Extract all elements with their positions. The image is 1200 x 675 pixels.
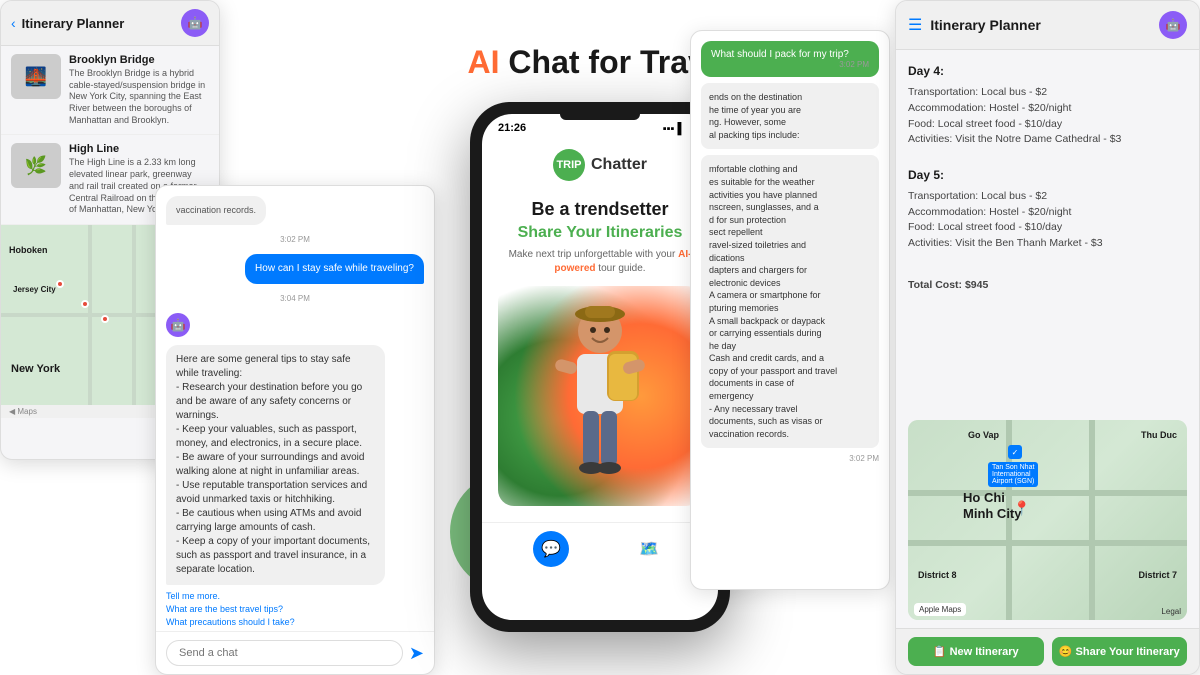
right-header-time: 3:02 PM [711,60,869,69]
left-panel-title: Itinerary Planner [22,16,125,31]
ho-chi-minh-map: Go Vap Ho ChiMinh City Thu Duc District … [908,420,1187,620]
district8-label: District 8 [918,570,957,580]
right-chat-header-msg: What should I pack for my trip? 3:02 PM [701,41,879,77]
back-icon[interactable]: ‹ [11,15,16,31]
airport-marker: ✓ [1008,445,1022,459]
right-back-icon[interactable]: ☰ [908,15,922,35]
right-bot-msg-2: mfortable clothing and es suitable for t… [701,155,879,448]
map-nav-btn[interactable]: 🗺️ [631,531,667,567]
chat-nav-btn[interactable]: 💬 [533,531,569,567]
map-background: Go Vap Ho ChiMinh City Thu Duc District … [908,420,1187,620]
brooklyn-bridge-desc: The Brooklyn Bridge is a hybrid cable-st… [69,68,209,126]
map-pin-1 [56,280,64,288]
day5-accommodation: Accommodation: Hostel - $20/night [908,205,1187,221]
jersey-city-label: Jersey City [13,285,56,294]
trip-logo: TRIP Chatter [553,149,647,181]
right-panel-footer: 📋 New Itinerary 😊 Share Your Itinerary [896,628,1199,674]
phone-notch [560,114,640,120]
brooklyn-bridge-item[interactable]: Brooklyn Bridge The Brooklyn Bridge is a… [1,46,219,135]
day4-label: Day 4: [908,62,1187,81]
new-york-label: New York [11,363,60,375]
right-msg-time: 3:02 PM [701,454,879,463]
phone-content: TRIP Chatter Be a trendsetter Share Your… [482,139,718,523]
chatter-text: Chatter [591,156,647,173]
bot-avatar: 🤖 [166,313,190,337]
brooklyn-bridge-text: Brooklyn Bridge The Brooklyn Bridge is a… [69,54,209,126]
phone-hero-image [498,286,702,506]
right-itinerary-panel: ☰ Itinerary Planner 🤖 Day 4: Transportat… [895,0,1200,675]
phone-subtitle: Make next trip unforgettable with your A… [498,248,702,276]
phone-screen: 21:26 ▪▪▪ ▌ 🔋 TRIP Chatter Be a trendset… [482,114,718,620]
brooklyn-bridge-image [11,54,61,99]
trip-logo-text: Chatter [591,156,647,174]
high-line-title: High Line [69,143,209,155]
airport-label: Tan Son NhatInternationalAirport (SGN) [988,462,1038,487]
ai-label: AI [468,44,500,80]
day5-label: Day 5: [908,166,1187,185]
left-panel-header: ‹ Itinerary Planner 🤖 [1,1,219,46]
legal-label: Legal [1161,607,1181,616]
share-itinerary-button[interactable]: 😊 Share Your Itinerary [1052,637,1188,666]
ai-powered-label: AI-powered [554,249,691,274]
map-pin-3 [101,315,109,323]
day5-food: Food: Local street food - $10/day [908,220,1187,236]
day4-accommodation: Accommodation: Hostel - $20/night [908,101,1187,117]
go-vap-label: Go Vap [968,430,999,440]
map-pin-2 [81,300,89,308]
hoboken-label: Hoboken [9,245,48,255]
day4-activities: Activities: Visit the Notre Dame Cathedr… [908,132,1187,148]
day4-food: Food: Local street food - $10/day [908,117,1187,133]
hcmc-pin: 📍 [1013,500,1030,517]
right-panel-body: Day 4: Transportation: Local bus - $2 Ac… [896,50,1199,420]
day5-activities: Activities: Visit the Ben Thanh Market -… [908,236,1187,252]
phone-time: 21:26 [498,122,526,134]
brooklyn-bridge-title: Brooklyn Bridge [69,54,209,66]
traveler-svg [535,296,665,506]
trip-logo-icon: TRIP [553,149,585,181]
phone-nav: 💬 🗺️ [482,522,718,575]
new-itinerary-button[interactable]: 📋 New Itinerary [908,637,1044,666]
right-panel-title: Itinerary Planner [930,17,1041,33]
total-cost: Total Cost: $945 [908,278,1187,294]
right-header-text: What should I pack for my trip? [711,49,849,60]
day4-transport: Transportation: Local bus - $2 [908,85,1187,101]
right-panel-avatar: 🤖 [1159,11,1187,39]
thu-duc-label: Thu Duc [1141,430,1177,440]
previous-bot-msg: vaccination records. [166,196,266,225]
trip-badge-text: TRIP [556,159,581,171]
bot-safety-msg: Here are some general tips to stay safe … [166,345,385,585]
day5-transport: Transportation: Local bus - $2 [908,189,1187,205]
phone-tagline-2: Share Your Itineraries [498,224,702,242]
phone-tagline-1: Be a trendsetter [498,199,702,221]
apple-maps-badge: Apple Maps [914,603,966,616]
user-avatar: 🤖 [181,9,209,37]
district7-label: District 7 [1138,570,1177,580]
right-chat-panel: What should I pack for my trip? 3:02 PM … [690,30,890,590]
high-line-image [11,143,61,188]
right-bot-msg-1: ends on the destination he time of year … [701,83,879,149]
right-panel-header: ☰ Itinerary Planner 🤖 [896,1,1199,50]
